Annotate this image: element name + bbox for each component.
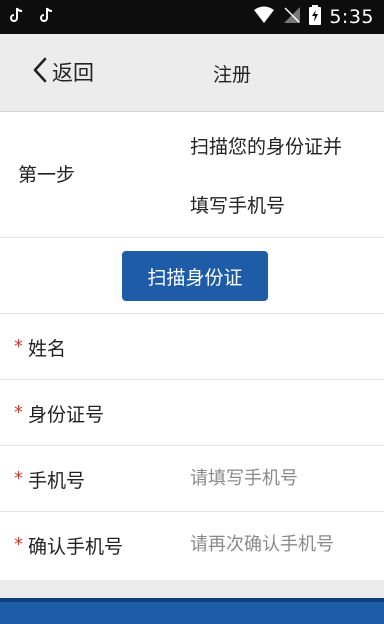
status-bar: 5:35 [0, 0, 384, 34]
status-right-icons: 5:35 [253, 5, 374, 29]
bottom-action-bar[interactable] [0, 598, 384, 624]
form-row-id-number: * 身份证号 [0, 380, 384, 446]
tiktok-notification-icon [40, 7, 54, 27]
required-marker: * [14, 468, 23, 489]
step-label: 第一步 [18, 164, 76, 186]
name-label: 姓名 [28, 338, 67, 360]
id-number-label: 身份证号 [28, 404, 105, 426]
confirm-phone-label: 确认手机号 [28, 536, 124, 558]
scan-row: 扫描身份证 [0, 238, 384, 314]
form-row-name: * 姓名 [0, 314, 384, 380]
tiktok-notification-icon [10, 7, 24, 27]
required-marker: * [14, 534, 23, 555]
phone-input[interactable] [190, 460, 374, 496]
registration-form: 第一步 扫描您的身份证并 填写手机号 扫描身份证 * 姓名 * 身份证号 * 手… [0, 112, 384, 580]
scan-id-card-button[interactable]: 扫描身份证 [122, 251, 268, 301]
form-row-phone: * 手机号 [0, 446, 384, 512]
status-time: 5:35 [329, 6, 374, 28]
page-title: 注册 [212, 64, 251, 86]
status-left-icons [10, 7, 54, 27]
required-marker: * [14, 402, 23, 423]
step-row: 第一步 扫描您的身份证并 填写手机号 [0, 112, 384, 238]
signal-icon [283, 6, 301, 28]
battery-icon [309, 5, 322, 29]
nav-bar: 返回 注册 [0, 34, 384, 112]
wifi-icon [253, 6, 275, 28]
phone-label: 手机号 [28, 470, 86, 492]
confirm-phone-input[interactable] [190, 526, 374, 562]
form-row-confirm-phone: * 确认手机号 [0, 512, 384, 578]
step-description-line2: 填写手机号 [190, 195, 286, 217]
name-input[interactable] [190, 328, 374, 364]
step-description-line1: 扫描您的身份证并 [190, 136, 343, 158]
required-marker: * [14, 336, 23, 357]
id-number-input[interactable] [190, 394, 374, 430]
